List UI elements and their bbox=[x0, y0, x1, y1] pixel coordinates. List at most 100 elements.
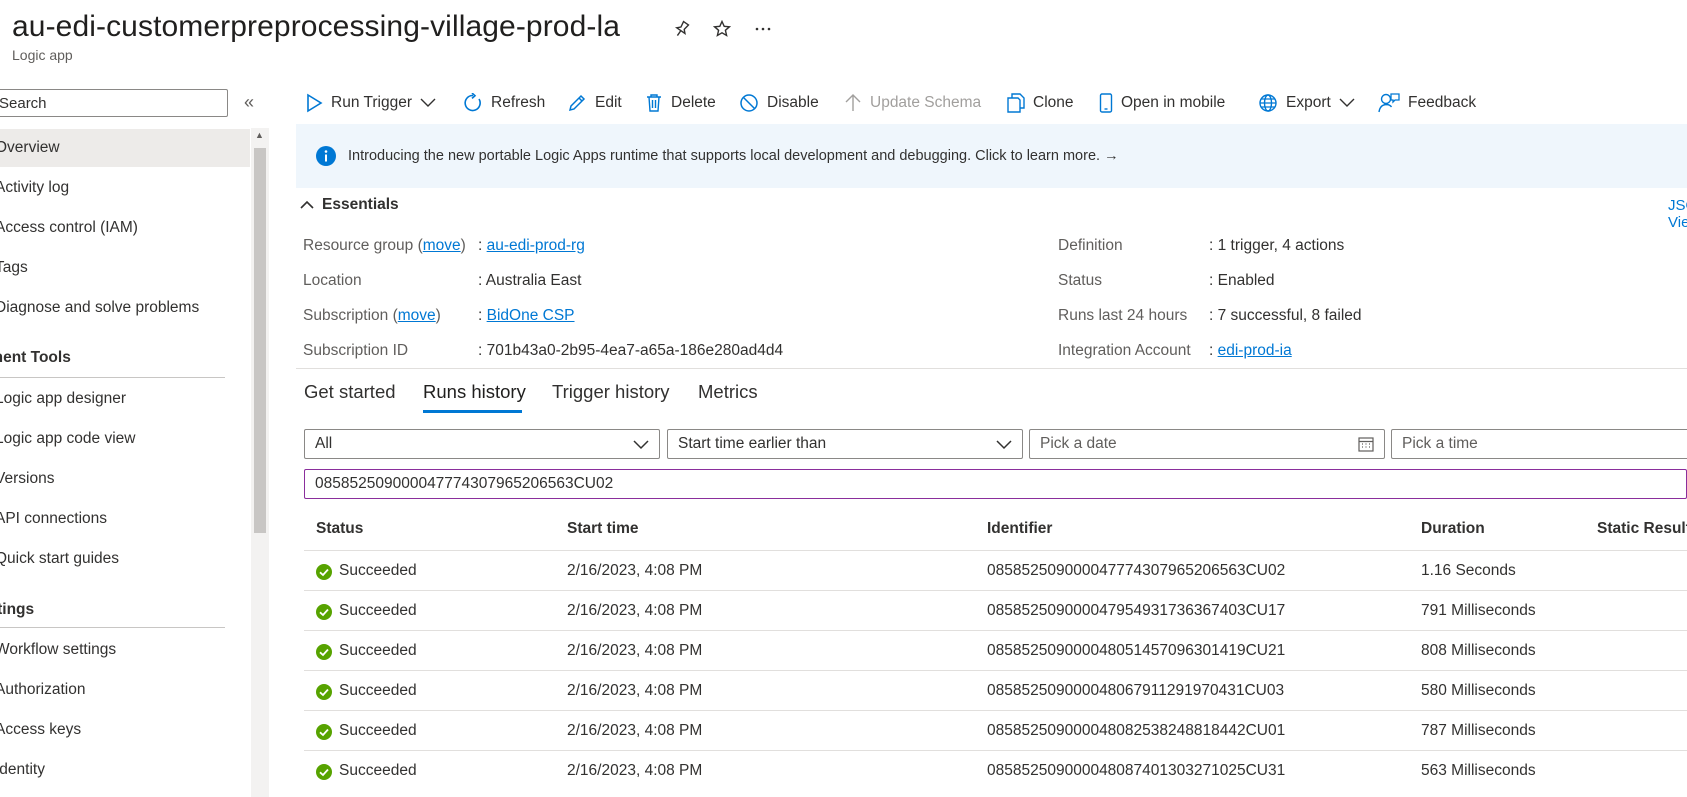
move-subscription-link[interactable]: move bbox=[398, 307, 436, 324]
refresh-label: Refresh bbox=[491, 94, 546, 111]
column-header-identifier[interactable]: Identifier bbox=[987, 520, 1052, 538]
sidebar-item-diagnose[interactable]: Diagnose and solve problems bbox=[0, 289, 250, 327]
sidebar-item-activity-log[interactable]: Activity log bbox=[0, 169, 250, 207]
clone-button[interactable]: Clone bbox=[1007, 90, 1074, 116]
resource-group-link[interactable]: au-edi-prod-rg bbox=[487, 237, 585, 254]
run-status: Succeeded bbox=[339, 682, 417, 699]
sidebar-item-workflow-settings[interactable]: Workflow settings bbox=[0, 631, 250, 669]
table-row[interactable]: Succeeded 2/16/2023, 4:08 PM 08585250900… bbox=[304, 550, 1687, 591]
table-row[interactable]: Succeeded 2/16/2023, 4:08 PM 08585250900… bbox=[304, 630, 1687, 671]
edit-button[interactable]: Edit bbox=[567, 90, 622, 116]
run-trigger-button[interactable]: Run Trigger bbox=[305, 90, 436, 116]
run-identifier: 08585250900004805145709630141​9CU21 bbox=[987, 642, 1286, 659]
calendar-icon[interactable] bbox=[1358, 431, 1374, 459]
sidebar-item-tags[interactable]: Tags bbox=[0, 249, 250, 287]
tab-metrics[interactable]: Metrics bbox=[698, 381, 758, 403]
trash-icon bbox=[647, 94, 661, 112]
run-duration: 791 Milliseconds bbox=[1421, 602, 1536, 619]
sidebar-item-overview[interactable]: Overview bbox=[0, 129, 250, 167]
sidebar-item-access-keys[interactable]: Access keys bbox=[0, 711, 250, 749]
sidebar-item-label: Diagnose and solve problems bbox=[0, 299, 200, 316]
sidebar-item-logic-app-designer[interactable]: Logic app designer bbox=[0, 380, 250, 418]
scroll-up-arrow-icon[interactable]: ▲ bbox=[255, 130, 264, 140]
feedback-button[interactable]: Feedback bbox=[1378, 90, 1476, 116]
table-row[interactable]: Succeeded 2/16/2023, 4:08 PM 08585250900… bbox=[304, 710, 1687, 751]
chevron-down-icon bbox=[1339, 98, 1355, 107]
tab-get-started[interactable]: Get started bbox=[304, 381, 396, 403]
info-banner-text[interactable]: Introducing the new portable Logic Apps … bbox=[348, 148, 1119, 164]
favorite-star-icon[interactable] bbox=[711, 18, 733, 40]
sidebar-search-input[interactable] bbox=[0, 89, 228, 117]
run-duration: 580 Milliseconds bbox=[1421, 682, 1536, 699]
open-in-mobile-label: Open in mobile bbox=[1121, 94, 1226, 111]
run-identifier: 08585250900004806791129197043​1CU03 bbox=[987, 682, 1285, 699]
collapse-sidebar-icon[interactable]: « bbox=[244, 92, 254, 113]
essentials-key: Integration Account bbox=[1058, 342, 1191, 359]
column-header-duration[interactable]: Duration bbox=[1421, 520, 1485, 538]
sidebar-item-access-control[interactable]: Access control (IAM) bbox=[0, 209, 250, 247]
run-status: Succeeded bbox=[339, 642, 417, 659]
essentials-divider bbox=[296, 368, 1687, 369]
refresh-button[interactable]: Refresh bbox=[463, 90, 545, 116]
column-header-static-results[interactable]: Static Results bbox=[1597, 520, 1687, 538]
page-title: au-edi-customerpreprocessing-village-pro… bbox=[12, 10, 621, 43]
essentials-key: Status bbox=[1058, 272, 1102, 289]
tab-selected-indicator bbox=[423, 410, 522, 413]
move-resource-group-link[interactable]: move bbox=[423, 237, 461, 254]
table-row[interactable]: Succeeded 2/16/2023, 4:08 PM 08585250900… bbox=[304, 750, 1687, 791]
tab-trigger-history[interactable]: Trigger history bbox=[552, 381, 670, 403]
sidebar-item-quick-start[interactable]: Quick start guides bbox=[0, 540, 250, 578]
chevron-down-icon bbox=[420, 98, 436, 107]
chevron-down-icon bbox=[996, 440, 1012, 450]
run-duration: 787 Milliseconds bbox=[1421, 722, 1536, 739]
essentials-value: : Enabled bbox=[1209, 272, 1275, 289]
tab-runs-history[interactable]: Runs history bbox=[423, 381, 526, 403]
disable-button[interactable]: Disable bbox=[739, 90, 819, 116]
sidebar-item-label: Quick start guides bbox=[0, 550, 120, 567]
subscription-link[interactable]: BidOne CSP bbox=[487, 307, 575, 324]
time-picker-input[interactable]: Pick a time bbox=[1391, 429, 1687, 459]
essentials-key: Location bbox=[303, 272, 362, 289]
integration-account-link[interactable]: edi-prod-ia bbox=[1218, 342, 1292, 359]
delete-button[interactable]: Delete bbox=[645, 90, 716, 116]
essentials-value: : au-edi-prod-rg bbox=[478, 237, 585, 254]
sidebar-item-authorization[interactable]: Authorization bbox=[0, 671, 250, 709]
identifier-search-input[interactable]: 08585250900004777430796520656​3CU02 bbox=[304, 469, 1687, 499]
sidebar-section-development-tools: Development Tools bbox=[0, 349, 71, 366]
column-header-status[interactable]: Status bbox=[316, 520, 363, 538]
pin-icon[interactable] bbox=[671, 18, 693, 40]
essentials-key: Subscription (move) bbox=[303, 307, 441, 324]
more-options-icon[interactable] bbox=[752, 18, 774, 40]
sidebar-scroll-thumb[interactable] bbox=[254, 148, 266, 533]
success-check-icon bbox=[316, 764, 332, 780]
essentials-value: : 7 successful, 8 failed bbox=[1209, 307, 1362, 324]
table-row[interactable]: Succeeded 2/16/2023, 4:08 PM 08585250900… bbox=[304, 590, 1687, 631]
essentials-key: Runs last 24 hours bbox=[1058, 307, 1188, 324]
export-button[interactable]: Export bbox=[1258, 90, 1355, 116]
json-view-link[interactable]: JSON View bbox=[1668, 197, 1687, 231]
sidebar-item-identity[interactable]: Identity bbox=[0, 751, 250, 789]
table-row[interactable]: Succeeded 2/16/2023, 4:08 PM 08585250900… bbox=[304, 670, 1687, 711]
run-identifier: 08585250900004808253824881844​2CU01 bbox=[987, 722, 1286, 739]
essentials-heading: Essentials bbox=[322, 196, 399, 213]
success-check-icon bbox=[316, 684, 332, 700]
run-start-time: 2/16/2023, 4:08 PM bbox=[567, 762, 703, 779]
run-duration: 563 Milliseconds bbox=[1421, 762, 1536, 779]
sidebar-divider bbox=[0, 377, 225, 378]
sidebar-item-api-connections[interactable]: API connections bbox=[0, 500, 250, 538]
column-header-start-time[interactable]: Start time bbox=[567, 520, 639, 538]
date-picker-input[interactable]: Pick a date bbox=[1029, 429, 1385, 459]
open-in-mobile-button[interactable]: Open in mobile bbox=[1099, 90, 1225, 116]
update-schema-label: Update Schema bbox=[870, 94, 982, 111]
essentials-value: : edi-prod-ia bbox=[1209, 342, 1292, 359]
update-schema-button[interactable]: Update Schema bbox=[844, 90, 981, 116]
essentials-toggle[interactable]: Essentials bbox=[300, 196, 399, 214]
time-filter-dropdown[interactable]: Start time earlier than bbox=[667, 429, 1023, 459]
run-duration: 808 Milliseconds bbox=[1421, 642, 1536, 659]
play-icon bbox=[307, 93, 323, 113]
run-status: Succeeded bbox=[339, 762, 417, 779]
sidebar-item-versions[interactable]: Versions bbox=[0, 460, 250, 498]
status-filter-dropdown[interactable]: All bbox=[304, 429, 660, 459]
sidebar-item-code-view[interactable]: Logic app code view bbox=[0, 420, 250, 458]
disable-label: Disable bbox=[767, 94, 819, 111]
